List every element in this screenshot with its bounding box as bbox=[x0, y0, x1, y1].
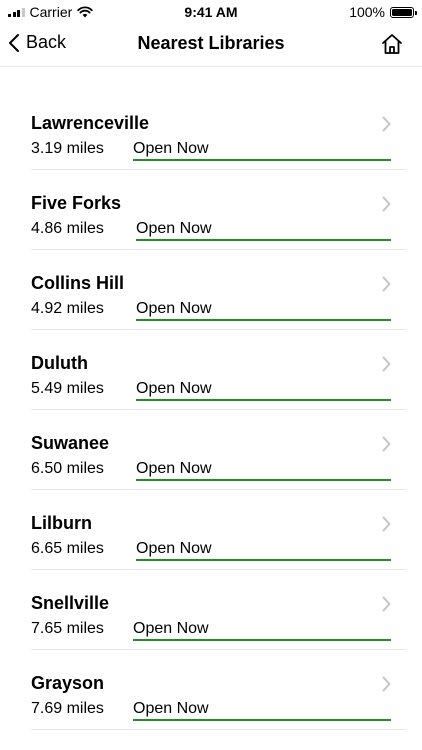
status-underline bbox=[136, 479, 391, 481]
library-name: Lilburn bbox=[31, 513, 92, 533]
battery-percent: 100% bbox=[349, 4, 385, 20]
status-underline bbox=[133, 639, 391, 641]
library-distance: 4.92 miles bbox=[31, 300, 104, 317]
library-name: Five Forks bbox=[31, 193, 122, 213]
status-underline bbox=[133, 159, 391, 161]
chevron-right-icon bbox=[382, 676, 391, 692]
status-underline bbox=[136, 399, 391, 401]
library-status: Open Now bbox=[133, 620, 209, 637]
chevron-right-icon bbox=[382, 436, 391, 452]
status-underline bbox=[136, 319, 391, 321]
library-list: Lawrenceville 3.19 miles Open Now Five F… bbox=[0, 90, 422, 730]
library-status: Open Now bbox=[136, 380, 212, 397]
library-row[interactable]: Lilburn 6.65 miles Open Now bbox=[31, 490, 407, 570]
status-right: 100% bbox=[349, 4, 417, 20]
library-status: Open Now bbox=[133, 140, 209, 157]
status-underline bbox=[133, 719, 391, 721]
library-row[interactable]: Grayson 7.69 miles Open Now bbox=[31, 650, 407, 730]
library-row[interactable]: Suwanee 6.50 miles Open Now bbox=[31, 410, 407, 490]
library-distance: 7.65 miles bbox=[31, 620, 104, 637]
library-row[interactable]: Duluth 5.49 miles Open Now bbox=[31, 330, 407, 410]
library-row[interactable]: Collins Hill 4.92 miles Open Now bbox=[31, 250, 407, 330]
library-status: Open Now bbox=[136, 460, 212, 477]
library-status: Open Now bbox=[133, 700, 209, 717]
library-row[interactable]: Five Forks 4.86 miles Open Now bbox=[31, 170, 407, 250]
status-underline bbox=[136, 239, 391, 241]
library-distance: 6.65 miles bbox=[31, 540, 104, 557]
navigation-bar: Back Nearest Libraries bbox=[0, 24, 422, 67]
chevron-right-icon bbox=[382, 196, 391, 212]
library-distance: 6.50 miles bbox=[31, 460, 104, 477]
chevron-right-icon bbox=[382, 356, 391, 372]
home-icon[interactable] bbox=[380, 32, 404, 56]
library-name: Snellville bbox=[31, 593, 110, 613]
library-row[interactable]: Snellville 7.65 miles Open Now bbox=[31, 570, 407, 650]
battery-icon bbox=[390, 6, 417, 18]
chevron-right-icon bbox=[382, 596, 391, 612]
chevron-right-icon bbox=[382, 516, 391, 532]
library-status: Open Now bbox=[136, 540, 212, 557]
library-distance: 5.49 miles bbox=[31, 380, 104, 397]
library-name: Collins Hill bbox=[31, 273, 125, 293]
library-distance: 4.86 miles bbox=[31, 220, 104, 237]
chevron-right-icon bbox=[382, 116, 391, 132]
status-underline bbox=[136, 559, 391, 561]
library-status: Open Now bbox=[136, 300, 212, 317]
library-name: Grayson bbox=[31, 673, 105, 693]
library-name: Suwanee bbox=[31, 433, 110, 453]
status-bar: Carrier 9:41 AM 100% bbox=[0, 0, 422, 24]
page-title: Nearest Libraries bbox=[137, 33, 285, 53]
library-row[interactable]: Lawrenceville 3.19 miles Open Now bbox=[31, 90, 407, 170]
chevron-right-icon bbox=[382, 276, 391, 292]
library-distance: 7.69 miles bbox=[31, 700, 104, 717]
library-name: Duluth bbox=[31, 353, 88, 373]
library-status: Open Now bbox=[136, 220, 212, 237]
library-name: Lawrenceville bbox=[31, 113, 150, 133]
library-distance: 3.19 miles bbox=[31, 140, 104, 157]
